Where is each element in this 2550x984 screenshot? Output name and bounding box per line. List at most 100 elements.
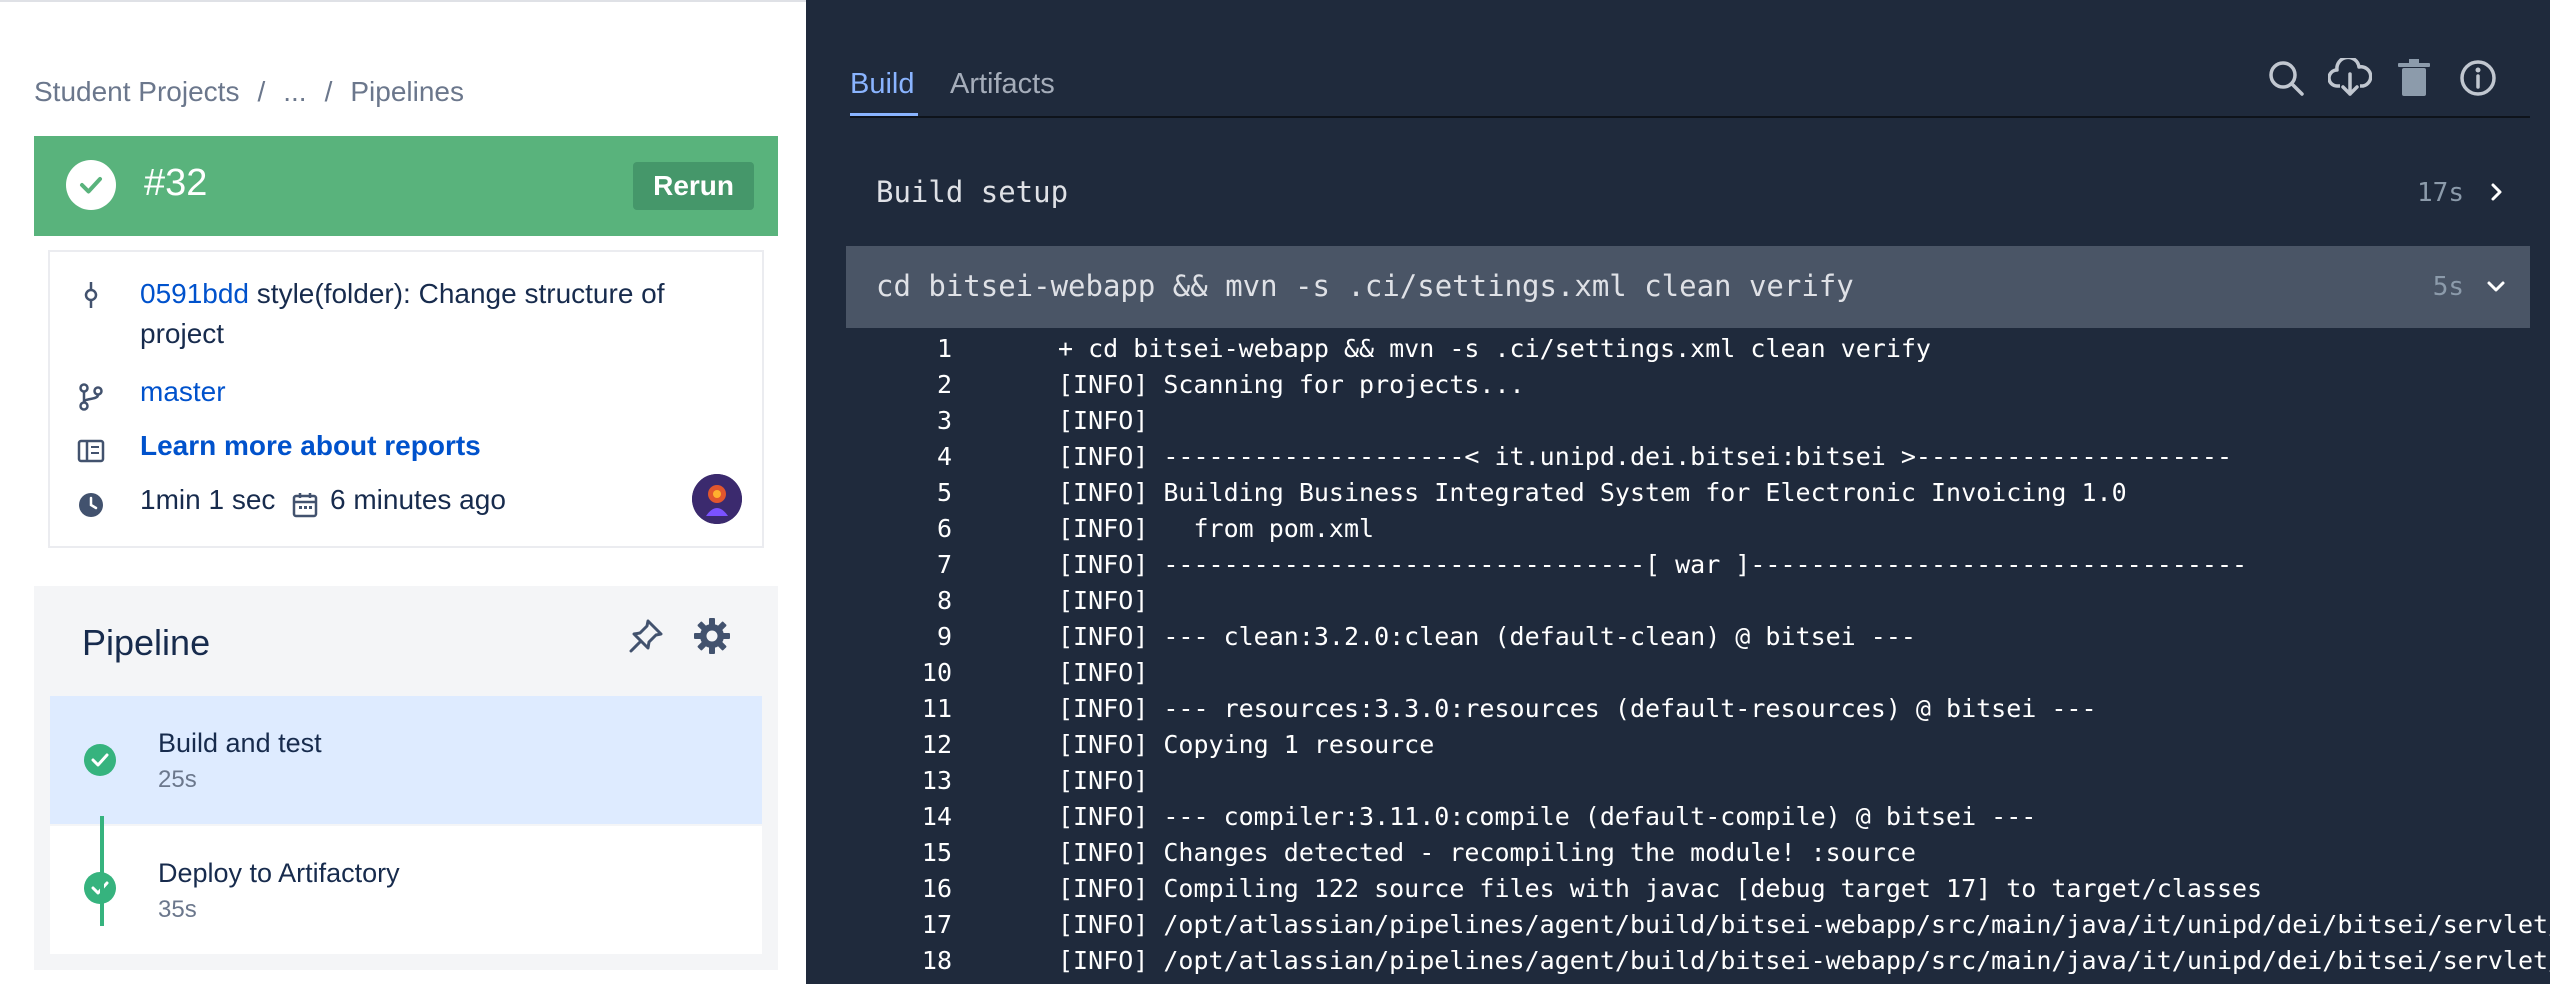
download-icon[interactable] bbox=[2328, 58, 2372, 98]
log-line-number: 11 bbox=[921, 694, 952, 723]
log-line: 8 [INFO] bbox=[846, 586, 2550, 622]
tabs-divider bbox=[850, 116, 2530, 118]
log-line-number: 1 bbox=[936, 334, 952, 363]
log-step-duration: 5s bbox=[2432, 272, 2464, 302]
step-connector bbox=[100, 816, 104, 926]
commit-info-card: 0591bdd style(folder): Change structure … bbox=[50, 252, 762, 546]
log-line: 1 + cd bitsei-webapp && mvn -s .ci/settin… bbox=[846, 334, 2550, 370]
log-line: 11 [INFO] --- resources:3.3.0:resources (… bbox=[846, 694, 2550, 730]
pipeline-step-deploy-to-artifactory[interactable]: Deploy to Artifactory 35s bbox=[50, 826, 762, 954]
build-status-banner: #32 Rerun bbox=[34, 136, 778, 236]
log-line: 6 [INFO] from pom.xml bbox=[846, 514, 2550, 550]
commit-message: style(folder): Change structure of bbox=[256, 278, 665, 309]
pipeline-title: Pipeline bbox=[82, 622, 211, 663]
log-line-number: 16 bbox=[921, 874, 952, 903]
log-line-text: [INFO] Changes detected - recompiling th… bbox=[1058, 838, 1916, 867]
log-line-number: 2 bbox=[936, 370, 952, 399]
log-line: 13 [INFO] bbox=[846, 766, 2550, 802]
log-line-text: [INFO] --------------------------------[… bbox=[1058, 550, 2248, 579]
step-duration: 35s bbox=[158, 896, 197, 923]
log-line-text: [INFO] --------------------< it.unipd.de… bbox=[1058, 442, 2232, 471]
log-line: 14 [INFO] --- compiler:3.11.0:compile (de… bbox=[846, 802, 2550, 838]
rerun-button[interactable]: Rerun bbox=[633, 162, 754, 210]
info-icon[interactable] bbox=[2458, 58, 2498, 98]
build-started-time: 6 minutes ago bbox=[330, 484, 506, 515]
branch-icon bbox=[79, 383, 103, 411]
step-name: Deploy to Artifactory bbox=[158, 858, 400, 888]
build-log: 1 + cd bitsei-webapp && mvn -s .ci/settin… bbox=[846, 334, 2550, 982]
log-line-text: [INFO] --- compiler:3.11.0:compile (defa… bbox=[1058, 802, 2037, 831]
log-line: 10 [INFO] bbox=[846, 658, 2550, 694]
gear-icon[interactable] bbox=[692, 616, 732, 656]
log-step-command: Build setup bbox=[876, 175, 1069, 209]
log-line-number: 4 bbox=[936, 442, 952, 471]
breadcrumb-item-student-projects[interactable]: Student Projects bbox=[34, 76, 239, 107]
log-step-command: cd bitsei-webapp && mvn -s .ci/settings.… bbox=[876, 269, 1854, 303]
trash-icon[interactable] bbox=[2396, 58, 2432, 98]
log-line-number: 8 bbox=[936, 586, 952, 615]
breadcrumb: Student Projects /... / Pipelines bbox=[34, 76, 464, 108]
success-check-icon bbox=[66, 160, 116, 210]
log-line: 7 [INFO] --------------------------------… bbox=[846, 550, 2550, 586]
build-log-panel: Build Artifacts Build setup 17s cd bitse… bbox=[806, 0, 2550, 984]
log-line-number: 14 bbox=[921, 802, 952, 831]
commit-message-cont: project bbox=[140, 318, 225, 349]
clock-icon bbox=[79, 493, 103, 517]
avatar[interactable] bbox=[692, 474, 742, 524]
log-line: 15 [INFO] Changes detected - recompiling … bbox=[846, 838, 2550, 874]
log-line-text: [INFO] Copying 1 resource bbox=[1058, 730, 1435, 759]
log-line: 9 [INFO] --- clean:3.2.0:clean (default-c… bbox=[846, 622, 2550, 658]
log-line-text: [INFO] Building Business Integrated Syst… bbox=[1058, 478, 2127, 507]
log-line-text: [INFO] from pom.xml bbox=[1058, 514, 1375, 543]
log-line: 16 [INFO] Compiling 122 source files with… bbox=[846, 874, 2550, 910]
pipeline-step-build-and-test[interactable]: Build and test 25s bbox=[50, 696, 762, 824]
log-line: 2 [INFO] Scanning for projects... bbox=[846, 370, 2550, 406]
log-line-text: [INFO] bbox=[1058, 406, 1149, 435]
breadcrumb-separator: / bbox=[257, 76, 266, 107]
log-step-duration: 17s bbox=[2417, 178, 2464, 208]
log-line-text: [INFO] /opt/atlassian/pipelines/agent/bu… bbox=[1058, 910, 2550, 939]
log-line-text: [INFO] /opt/atlassian/pipelines/agent/bu… bbox=[1058, 946, 2550, 975]
log-line-number: 10 bbox=[921, 658, 952, 687]
build-duration: 1min 1 sec bbox=[140, 484, 276, 515]
breadcrumb-separator: / bbox=[324, 76, 333, 107]
chevron-right-icon bbox=[2491, 183, 2502, 201]
log-line: 3 [INFO] bbox=[846, 406, 2550, 442]
build-detail-panel: Student Projects /... / Pipelines #32 Rerun… bbox=[0, 0, 806, 984]
step-name: Build and test bbox=[158, 728, 322, 758]
log-line: 18 [INFO] /opt/atlassian/pipelines/agent/… bbox=[846, 946, 2550, 982]
log-line-number: 7 bbox=[936, 550, 952, 579]
breadcrumb-item-ellipsis[interactable]: ... bbox=[283, 76, 306, 107]
branch-link[interactable]: master bbox=[140, 376, 226, 408]
commit-hash-link[interactable]: 0591bdd bbox=[140, 278, 249, 309]
pipeline-card: Pipeline Build and test 25s Deploy to Ar… bbox=[34, 586, 778, 970]
log-step-build-setup[interactable]: Build setup 17s bbox=[846, 152, 2530, 234]
log-line-number: 15 bbox=[921, 838, 952, 867]
log-line: 4 [INFO] --------------------< it.unipd.d… bbox=[846, 442, 2550, 478]
log-line-text: [INFO] Compiling 122 source files with j… bbox=[1058, 874, 2263, 903]
log-step-mvn-verify[interactable]: cd bitsei-webapp && mvn -s .ci/settings.… bbox=[846, 246, 2530, 328]
report-icon bbox=[77, 439, 105, 463]
tab-build[interactable]: Build bbox=[850, 68, 915, 101]
log-line-number: 13 bbox=[921, 766, 952, 795]
pin-icon[interactable] bbox=[626, 616, 666, 656]
log-line-text: [INFO] bbox=[1058, 766, 1149, 795]
step-success-icon bbox=[84, 744, 116, 776]
log-line-number: 5 bbox=[936, 478, 952, 507]
log-line-number: 3 bbox=[936, 406, 952, 435]
log-line-text: [INFO] --- resources:3.3.0:resources (de… bbox=[1058, 694, 2097, 723]
build-number: #32 bbox=[144, 162, 208, 204]
breadcrumb-item-pipelines[interactable]: Pipelines bbox=[350, 76, 464, 107]
log-line: 5 [INFO] Building Business Integrated Sys… bbox=[846, 478, 2550, 514]
log-line-text: [INFO] --- clean:3.2.0:clean (default-cl… bbox=[1058, 622, 1916, 651]
step-duration: 25s bbox=[158, 766, 197, 793]
log-line: 12 [INFO] Copying 1 resource bbox=[846, 730, 2550, 766]
learn-more-reports-link[interactable]: Learn more about reports bbox=[140, 430, 481, 462]
chevron-down-icon bbox=[2487, 281, 2505, 292]
search-icon[interactable] bbox=[2266, 58, 2306, 98]
log-line-number: 18 bbox=[921, 946, 952, 975]
log-line-text: [INFO] Scanning for projects... bbox=[1058, 370, 1525, 399]
tab-artifacts[interactable]: Artifacts bbox=[950, 68, 1055, 101]
commit-icon bbox=[84, 282, 98, 308]
log-line-number: 9 bbox=[936, 622, 952, 651]
